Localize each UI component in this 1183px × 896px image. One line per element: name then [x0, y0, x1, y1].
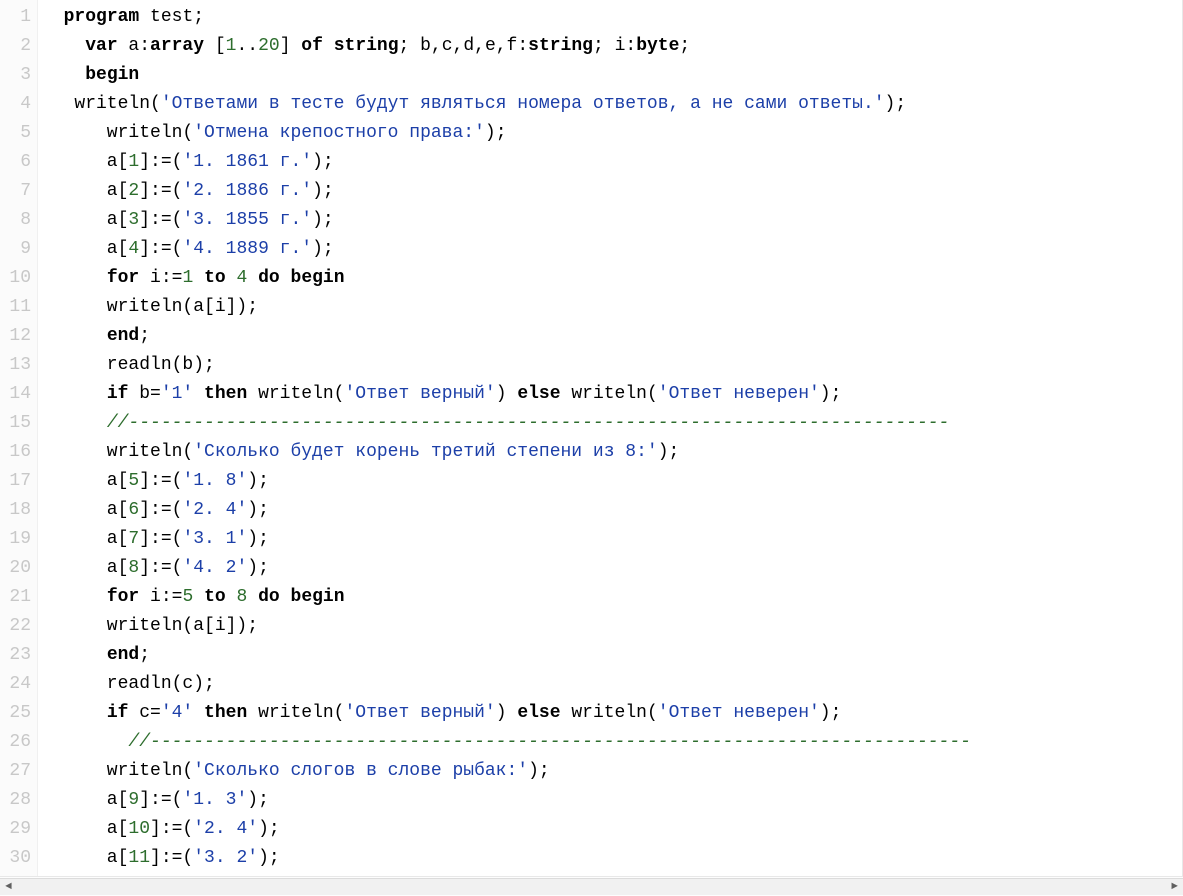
code-line: writeln(a[i]);	[42, 293, 1182, 322]
code-line: //--------------------------------------…	[42, 728, 1182, 757]
line-number: 16	[0, 438, 31, 467]
line-number: 24	[0, 670, 31, 699]
code-line: a[6]:=('2. 4');	[42, 496, 1182, 525]
horizontal-scrollbar[interactable]: ◄ ►	[0, 878, 1183, 895]
line-number: 10	[0, 264, 31, 293]
code-line: a[11]:=('3. 2');	[42, 844, 1182, 873]
line-number: 9	[0, 235, 31, 264]
code-line: if c='4' then writeln('Ответ верный') el…	[42, 699, 1182, 728]
line-number: 22	[0, 612, 31, 641]
code-line: a[1]:=('1. 1861 г.');	[42, 148, 1182, 177]
line-number: 11	[0, 293, 31, 322]
code-line: a[3]:=('3. 1855 г.');	[42, 206, 1182, 235]
line-number: 29	[0, 815, 31, 844]
line-number: 27	[0, 757, 31, 786]
line-number: 23	[0, 641, 31, 670]
code-line: end;	[42, 641, 1182, 670]
code-line: a[9]:=('1. 3');	[42, 786, 1182, 815]
code-editor: 1234567891011121314151617181920212223242…	[0, 0, 1183, 877]
code-area[interactable]: program test; var a:array [1..20] of str…	[38, 0, 1182, 876]
code-line: writeln('Сколько будет корень третий сте…	[42, 438, 1182, 467]
line-number: 26	[0, 728, 31, 757]
line-number: 6	[0, 148, 31, 177]
line-number: 15	[0, 409, 31, 438]
code-line: a[7]:=('3. 1');	[42, 525, 1182, 554]
code-line: //--------------------------------------…	[42, 409, 1182, 438]
code-line: for i:=1 to 4 do begin	[42, 264, 1182, 293]
line-number: 21	[0, 583, 31, 612]
line-number: 30	[0, 844, 31, 873]
code-line: writeln('Ответами в тесте будут являться…	[42, 90, 1182, 119]
line-number: 7	[0, 177, 31, 206]
code-line: a[5]:=('1. 8');	[42, 467, 1182, 496]
code-line: writeln('Сколько слогов в слове рыбак:')…	[42, 757, 1182, 786]
line-number: 19	[0, 525, 31, 554]
line-number: 18	[0, 496, 31, 525]
code-line: a[4]:=('4. 1889 г.');	[42, 235, 1182, 264]
line-number: 28	[0, 786, 31, 815]
code-line: readln(b);	[42, 351, 1182, 380]
code-line: writeln('Отмена крепостного права:');	[42, 119, 1182, 148]
code-line: program test;	[42, 3, 1182, 32]
scroll-left-button[interactable]: ◄	[0, 879, 17, 896]
line-number: 17	[0, 467, 31, 496]
line-number: 14	[0, 380, 31, 409]
code-line: a[8]:=('4. 2');	[42, 554, 1182, 583]
code-line: if b='1' then writeln('Ответ верный') el…	[42, 380, 1182, 409]
code-line: var a:array [1..20] of string; b,c,d,e,f…	[42, 32, 1182, 61]
line-number: 4	[0, 90, 31, 119]
code-line: begin	[42, 61, 1182, 90]
line-number: 8	[0, 206, 31, 235]
code-line: a[2]:=('2. 1886 г.');	[42, 177, 1182, 206]
line-number: 20	[0, 554, 31, 583]
line-number: 1	[0, 3, 31, 32]
scroll-right-button[interactable]: ►	[1166, 879, 1183, 896]
line-number: 25	[0, 699, 31, 728]
line-number: 3	[0, 61, 31, 90]
code-line: for i:=5 to 8 do begin	[42, 583, 1182, 612]
scrollbar-track[interactable]	[17, 879, 1166, 896]
code-line: end;	[42, 322, 1182, 351]
code-line: readln(c);	[42, 670, 1182, 699]
line-number: 2	[0, 32, 31, 61]
code-line: writeln(a[i]);	[42, 612, 1182, 641]
line-number: 5	[0, 119, 31, 148]
line-number: 12	[0, 322, 31, 351]
line-number: 13	[0, 351, 31, 380]
code-line: a[10]:=('2. 4');	[42, 815, 1182, 844]
line-number-gutter: 1234567891011121314151617181920212223242…	[0, 0, 38, 876]
